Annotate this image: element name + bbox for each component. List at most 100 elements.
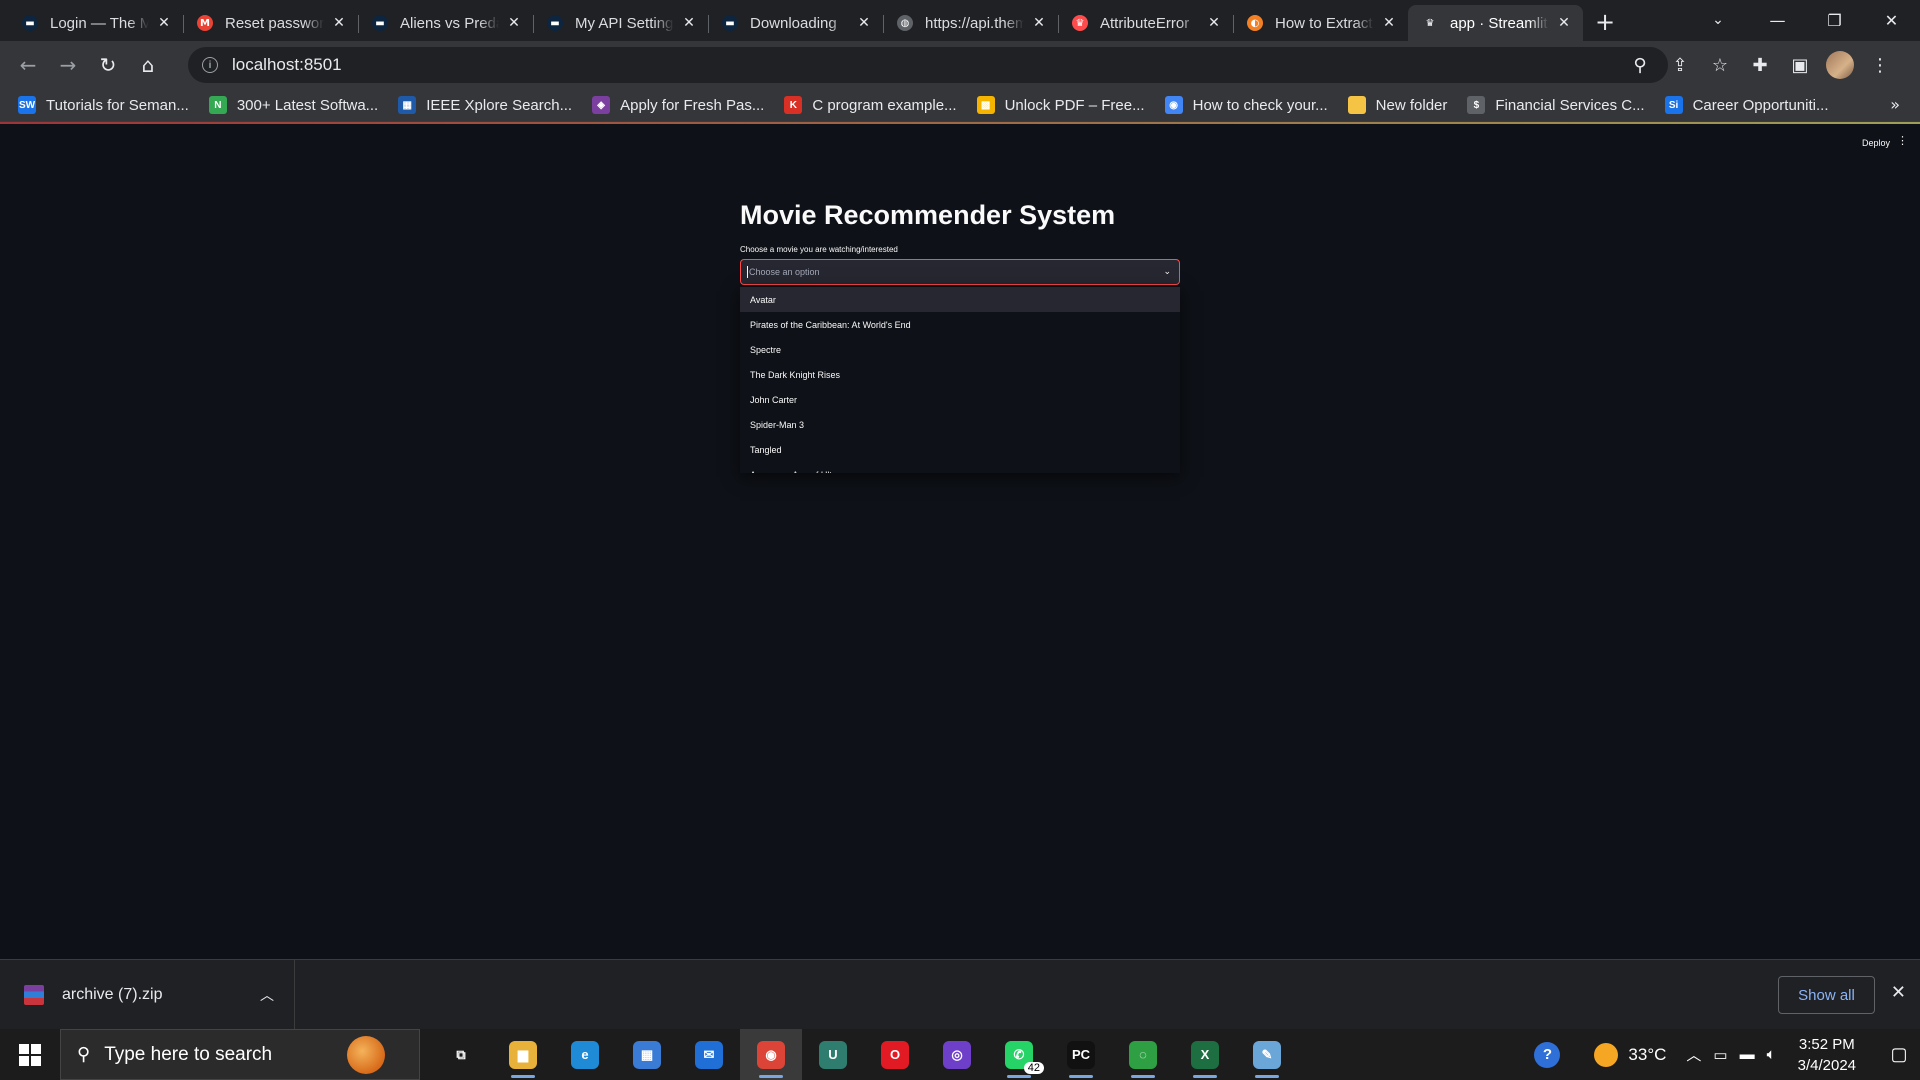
store-taskbar-button[interactable]: ▦ (616, 1029, 678, 1080)
bookmark-star-icon[interactable]: ☆ (1700, 45, 1740, 85)
main-block: Movie Recommender System Choose a movie … (740, 200, 1180, 473)
new-tab-button[interactable]: + (1587, 4, 1623, 40)
dropdown-option[interactable]: Spectre (740, 337, 1180, 362)
bookmark-label: 300+ Latest Softwa... (236, 96, 379, 114)
back-icon[interactable]: ← (8, 45, 48, 85)
home-icon[interactable]: ⌂ (128, 45, 168, 85)
forward-icon[interactable]: → (48, 45, 88, 85)
edge-taskbar-button[interactable]: e (554, 1029, 616, 1080)
file-explorer-taskbar-button[interactable]: ▆ (492, 1029, 554, 1080)
close-window-icon[interactable]: ✕ (1863, 0, 1920, 41)
profile-avatar[interactable] (1826, 51, 1854, 79)
reload-icon[interactable]: ↻ (88, 45, 128, 85)
dropdown-option[interactable]: Avengers: Age of Ultron (740, 462, 1180, 474)
zoom-icon[interactable]: ⚲ (1620, 45, 1660, 85)
bookmark-item[interactable]: SW Tutorials for Seman... (18, 96, 189, 114)
bookmark-item[interactable]: ◈ Apply for Fresh Pas... (592, 96, 764, 114)
temperature[interactable]: 33°C (1628, 1045, 1666, 1065)
tab-favicon-icon: ▬ (372, 15, 388, 31)
browser-tab[interactable]: ♛ app · Streamlit ✕ (1408, 5, 1583, 41)
deploy-button[interactable]: Deploy (1862, 138, 1890, 148)
tab-close-icon[interactable]: ✕ (1205, 14, 1223, 32)
tab-search-icon[interactable]: ⌄ (1700, 6, 1736, 34)
mail-taskbar-button[interactable]: ✉ (678, 1029, 740, 1080)
share-icon[interactable]: ⇪ (1660, 45, 1700, 85)
clock[interactable]: 3:52 PM 3/4/2024 (1798, 1034, 1856, 1076)
browser-tab[interactable]: ▬ Aliens vs Predator ✕ (358, 5, 533, 41)
download-item[interactable]: archive (7).zip ︿ (0, 960, 295, 1029)
pycharm-taskbar-button[interactable]: PC (1050, 1029, 1112, 1080)
opera-taskbar-button[interactable]: O (864, 1029, 926, 1080)
bookmarks-overflow-icon[interactable]: » (1890, 95, 1900, 114)
browser-tab[interactable]: ♛ AttributeError ✕ (1058, 5, 1233, 41)
chrome-taskbar-button[interactable]: ◉ (740, 1029, 802, 1080)
dropdown-option[interactable]: Avatar (740, 287, 1180, 312)
browser-tab[interactable]: ▬ Login — The Movie Database (TMDB) ✕ (8, 5, 183, 41)
tab-close-icon[interactable]: ✕ (505, 14, 523, 32)
chevron-down-icon[interactable]: ⌄ (1163, 267, 1171, 277)
taskbar-search[interactable]: ⚲ Type here to search (60, 1029, 420, 1080)
minimize-icon[interactable]: — (1749, 0, 1806, 41)
system-tray: ? 33°C ︿ ▭ ▬ 🔈︎ 3:52 PM 3/4/2024 ▢ (1534, 1029, 1920, 1080)
movie-select[interactable]: Choose an option ⌄ (740, 259, 1180, 285)
github-taskbar-button[interactable]: ◎ (926, 1029, 988, 1080)
dropdown-option[interactable]: John Carter (740, 387, 1180, 412)
volume-icon[interactable]: 🔈︎ (1767, 1046, 1776, 1063)
tab-close-icon[interactable]: ✕ (1030, 14, 1048, 32)
whatsapp-taskbar-button[interactable]: ✆ 42 (988, 1029, 1050, 1080)
show-hidden-icons-icon[interactable]: ︿ (1686, 1044, 1701, 1065)
help-icon[interactable]: ? (1534, 1041, 1561, 1068)
store-icon: ▦ (633, 1040, 661, 1069)
browser-tab[interactable]: ▬ Downloading ✕ (708, 5, 883, 41)
bookmark-item[interactable]: N 300+ Latest Softwa... (208, 96, 379, 114)
dropdown-option[interactable]: Spider-Man 3 (740, 412, 1180, 437)
show-all-button[interactable]: Show all (1778, 976, 1875, 1014)
meet-now-icon[interactable]: ▭ (1713, 1046, 1727, 1064)
movie-dropdown-list[interactable]: Avatar Pirates of the Caribbean: At World… (740, 287, 1180, 473)
tab-close-icon[interactable]: ✕ (1555, 14, 1573, 32)
start-button[interactable] (0, 1029, 60, 1080)
tab-close-icon[interactable]: ✕ (1380, 14, 1398, 32)
dropdown-option[interactable]: Pirates of the Caribbean: At World's End (740, 312, 1180, 337)
file-explorer-icon: ▆ (509, 1040, 537, 1069)
tab-close-icon[interactable]: ✕ (155, 14, 173, 32)
battery-icon[interactable]: ▬ (1740, 1046, 1755, 1063)
search-highlight-icon[interactable] (347, 1036, 385, 1074)
address-text: localhost:8501 (232, 55, 342, 74)
bookmark-item[interactable]: $ Financial Services C... (1467, 96, 1645, 114)
notification-center-icon[interactable]: ▢ (1878, 1029, 1920, 1080)
address-bar[interactable]: i localhost:8501 (188, 47, 1668, 83)
browser-tab[interactable]: M Reset password ✕ (183, 5, 358, 41)
task-view-taskbar-button[interactable]: ⧉ (430, 1029, 492, 1080)
tab-close-icon[interactable]: ✕ (680, 14, 698, 32)
upwork-taskbar-button[interactable]: U (802, 1029, 864, 1080)
bookmark-item[interactable]: ▩ Unlock PDF – Free... (976, 96, 1145, 114)
site-info-icon[interactable]: i (202, 57, 218, 73)
dropdown-option[interactable]: Tangled (740, 437, 1180, 462)
bookmark-item[interactable]: ▦ IEEE Xplore Search... (398, 96, 572, 114)
chevron-up-icon[interactable]: ︿ (260, 985, 274, 1005)
app-menu-icon[interactable]: ⋮ (1897, 134, 1908, 147)
text-cursor (747, 266, 748, 278)
restore-icon[interactable]: ❐ (1806, 0, 1863, 41)
dropdown-option[interactable]: The Dark Knight Rises (740, 362, 1180, 387)
bookmark-item[interactable]: Si Career Opportuniti... (1664, 96, 1829, 114)
edge-icon: e (571, 1040, 599, 1069)
browser-tab[interactable]: ◍ https://api.themoviedb.org ✕ (883, 5, 1058, 41)
tab-close-icon[interactable]: ✕ (855, 14, 873, 32)
chrome-menu-icon[interactable]: ⋮ (1860, 45, 1900, 85)
close-download-bar-icon[interactable]: ✕ (1891, 982, 1906, 1003)
tab-favicon-icon: ▬ (722, 15, 738, 31)
weather-icon[interactable] (1594, 1042, 1619, 1067)
extensions-icon[interactable]: ✚ (1740, 45, 1780, 85)
side-panel-icon[interactable]: ▣ (1780, 45, 1820, 85)
bookmark-item[interactable]: K C program example... (784, 96, 957, 114)
browser-tab[interactable]: ▬ My API Settings ✕ (533, 5, 708, 41)
tab-close-icon[interactable]: ✕ (330, 14, 348, 32)
loader-taskbar-button[interactable]: ◌ (1112, 1029, 1174, 1080)
bookmark-item[interactable]: ◉ How to check your... (1164, 96, 1328, 114)
paint-taskbar-button[interactable]: ✎ (1236, 1029, 1298, 1080)
browser-tab[interactable]: ◐ How to Extract ✕ (1233, 5, 1408, 41)
bookmark-item[interactable]: New folder (1347, 96, 1447, 114)
excel-taskbar-button[interactable]: X (1174, 1029, 1236, 1080)
